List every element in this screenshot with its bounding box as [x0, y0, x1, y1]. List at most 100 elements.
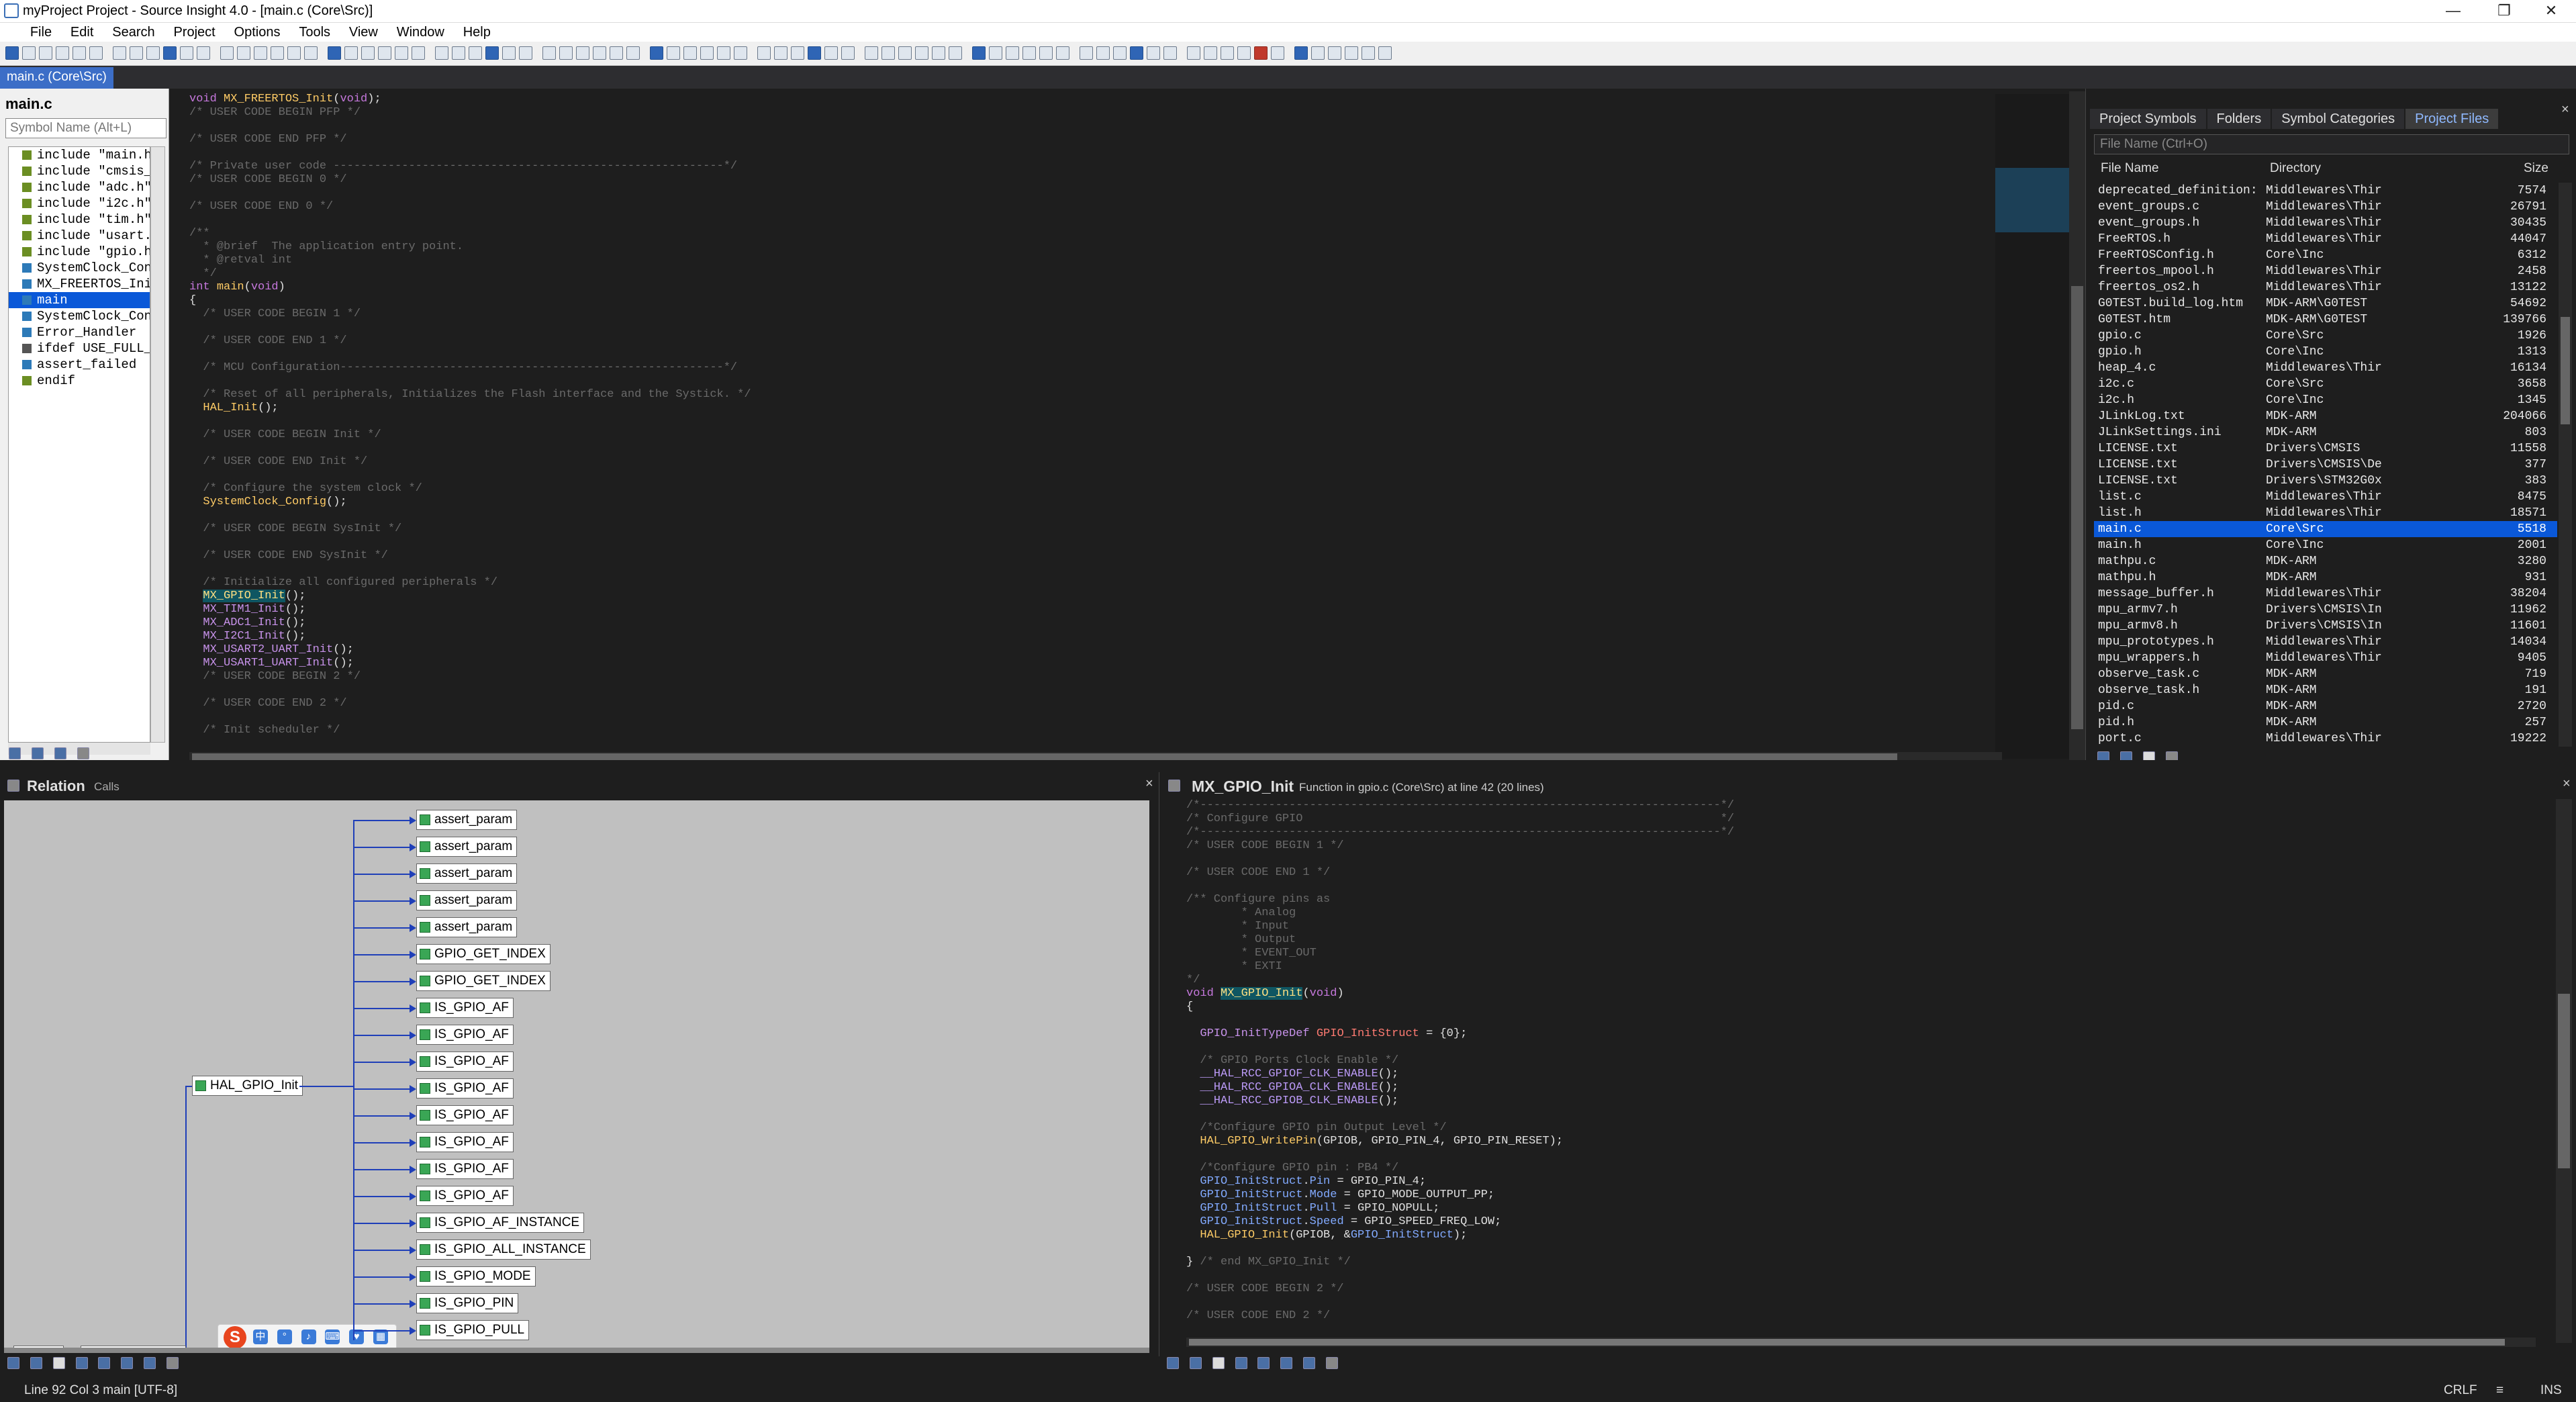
file-row[interactable]: port.c Middlewares\Thir 19222 [2094, 731, 2557, 747]
toolbar-icon-52[interactable] [932, 46, 945, 60]
toolbar-icon-29[interactable] [519, 46, 532, 60]
symbol-item[interactable]: assert_failed [9, 357, 150, 373]
toolbar-icon-10[interactable] [180, 46, 193, 60]
toolbar-icon-59[interactable] [1056, 46, 1069, 60]
context-hscroll-thumb[interactable] [1189, 1339, 2505, 1346]
file-row[interactable]: pid.c MDK-ARM 2720 [2094, 698, 2557, 714]
project-file-search-input[interactable]: File Name (Ctrl+O) [2094, 134, 2569, 154]
toolbar-icon-43[interactable] [774, 46, 788, 60]
toolbar-icon-36[interactable] [650, 46, 663, 60]
toolbar-icon-74[interactable] [1328, 46, 1341, 60]
relation-child-node[interactable]: IS_GPIO_AF_INSTANCE [416, 1213, 585, 1233]
file-row[interactable]: FreeRTOSConfig.h Core\Inc 6312 [2094, 247, 2557, 263]
toolbar-icon-22[interactable] [395, 46, 408, 60]
editor-minimap[interactable] [1995, 94, 2069, 759]
file-row[interactable]: LICENSE.txt Drivers\CMSIS\De 377 [2094, 457, 2557, 473]
col-file-name[interactable]: File Name [2101, 161, 2159, 176]
toolbar-icon-6[interactable] [113, 46, 126, 60]
project-tab-3[interactable]: Project Files [2405, 109, 2499, 129]
editor-vscroll-thumb[interactable] [2071, 286, 2083, 729]
symbol-item[interactable]: main [9, 292, 150, 308]
sogou-ime-logo[interactable]: S [224, 1326, 246, 1348]
toolbar-icon-5[interactable] [89, 46, 103, 60]
symbol-sort-icon[interactable] [31, 747, 44, 760]
minimize-button[interactable]: — [2433, 0, 2473, 23]
toolbar-icon-64[interactable] [1147, 46, 1160, 60]
file-row[interactable]: event_groups.h Middlewares\Thir 30435 [2094, 215, 2557, 231]
toolbar-icon-61[interactable] [1096, 46, 1110, 60]
context-vscroll-thumb[interactable] [2558, 994, 2570, 1168]
relation-child-node[interactable]: IS_GPIO_AF [416, 1025, 514, 1045]
menu-tools[interactable]: Tools [291, 23, 338, 42]
file-row[interactable]: i2c.c Core\Src 3658 [2094, 376, 2557, 392]
file-row[interactable]: LICENSE.txt Drivers\STM32G0x 383 [2094, 473, 2557, 489]
toolbar-icon-41[interactable] [734, 46, 747, 60]
file-row[interactable]: G0TEST.build_log.htm MDK-ARM\G0TEST 54692 [2094, 295, 2557, 312]
relation-child-node[interactable]: IS_GPIO_AF [416, 1105, 514, 1125]
symbol-item[interactable]: SystemClock_Con [9, 260, 150, 276]
toolbar-icon-60[interactable] [1080, 46, 1093, 60]
symbol-item[interactable]: include "tim.h" [9, 212, 150, 228]
relation-child-node[interactable]: IS_GPIO_PULL [416, 1320, 530, 1340]
toolbar-icon-50[interactable] [898, 46, 912, 60]
relation-settings-gear-icon[interactable] [166, 1357, 179, 1370]
close-button[interactable]: ✕ [2531, 0, 2571, 23]
symbol-item[interactable]: include "cmsis_ [9, 163, 150, 179]
ime-toolbar[interactable]: S 中 ° ♪ ⌨ ♥ ▦ [218, 1324, 397, 1348]
relation-child-node[interactable]: assert_param [416, 917, 518, 937]
file-row[interactable]: observe_task.c MDK-ARM 719 [2094, 666, 2557, 682]
menu-file[interactable]: File [23, 23, 59, 42]
toolbar-icon-45[interactable] [808, 46, 821, 60]
relation-child-node[interactable]: GPIO_GET_INDEX [416, 944, 551, 964]
context-jump-icon[interactable] [1212, 1357, 1225, 1370]
symbol-item[interactable]: include "i2c.h" [9, 195, 150, 212]
symbol-item[interactable]: include "usart. [9, 228, 150, 244]
project-file-scrollbar[interactable] [2559, 183, 2572, 747]
relation-node-hal-gpio-init[interactable]: HAL_GPIO_Init [192, 1076, 303, 1096]
minimap-viewport[interactable] [1995, 168, 2069, 232]
toolbar-icon-14[interactable] [254, 46, 267, 60]
ime-lang-icon[interactable]: 中 [252, 1329, 268, 1344]
toolbar-icon-27[interactable] [485, 46, 499, 60]
toolbar-icon-17[interactable] [304, 46, 318, 60]
toolbar-icon-77[interactable] [1378, 46, 1392, 60]
menu-view[interactable]: View [342, 23, 385, 42]
context-back-icon[interactable] [1167, 1357, 1179, 1370]
symbol-item[interactable]: include "gpio.h [9, 244, 150, 260]
relation-back-icon[interactable] [7, 1357, 19, 1370]
context-lock-icon[interactable] [1303, 1357, 1316, 1370]
toolbar-icon-23[interactable] [412, 46, 425, 60]
maximize-button[interactable]: ❐ [2484, 0, 2524, 23]
menu-help[interactable]: Help [456, 23, 498, 42]
relation-outline-icon[interactable] [52, 1357, 65, 1370]
symbol-settings-gear-icon[interactable] [77, 747, 89, 760]
file-row[interactable]: i2c.h Core\Inc 1345 [2094, 392, 2557, 408]
toolbar-icon-26[interactable] [469, 46, 482, 60]
file-row[interactable]: deprecated_definition: Middlewares\Thir 75… [2094, 183, 2557, 199]
toolbar-icon-47[interactable] [841, 46, 855, 60]
toolbar-icon-44[interactable] [791, 46, 804, 60]
file-row[interactable]: LICENSE.txt Drivers\CMSIS 11558 [2094, 440, 2557, 457]
toolbar-icon-40[interactable] [717, 46, 730, 60]
toolbar-icon-73[interactable] [1311, 46, 1325, 60]
symbol-item[interactable]: Error_Handler [9, 324, 150, 340]
toolbar-icon-1[interactable] [22, 46, 36, 60]
context-vscrollbar[interactable] [2556, 799, 2572, 1343]
context-close-icon[interactable]: × [2563, 776, 2571, 792]
file-row[interactable]: mpu_armv8.h Drivers\CMSIS\In 11601 [2094, 618, 2557, 634]
relation-forward-icon[interactable] [30, 1357, 42, 1370]
toolbar-icon-21[interactable] [378, 46, 391, 60]
relation-child-node[interactable]: assert_param [416, 890, 518, 910]
file-row[interactable]: JLinkSettings.ini MDK-ARM 803 [2094, 424, 2557, 440]
file-row[interactable]: heap_4.c Middlewares\Thir 16134 [2094, 360, 2557, 376]
file-row[interactable]: FreeRTOS.h Middlewares\Thir 44047 [2094, 231, 2557, 247]
toolbar-icon-28[interactable] [502, 46, 516, 60]
symbol-item[interactable]: include "adc.h" [9, 179, 150, 195]
symbol-item[interactable]: ifdef USE_FULL_ [9, 340, 150, 357]
toolbar-icon-9[interactable] [163, 46, 177, 60]
relation-child-node[interactable]: assert_param [416, 863, 518, 884]
project-tab-1[interactable]: Folders [2207, 109, 2271, 129]
file-row[interactable]: message_buffer.h Middlewares\Thir 38204 [2094, 586, 2557, 602]
toolbar-icon-16[interactable] [287, 46, 301, 60]
toolbar-icon-62[interactable] [1113, 46, 1127, 60]
